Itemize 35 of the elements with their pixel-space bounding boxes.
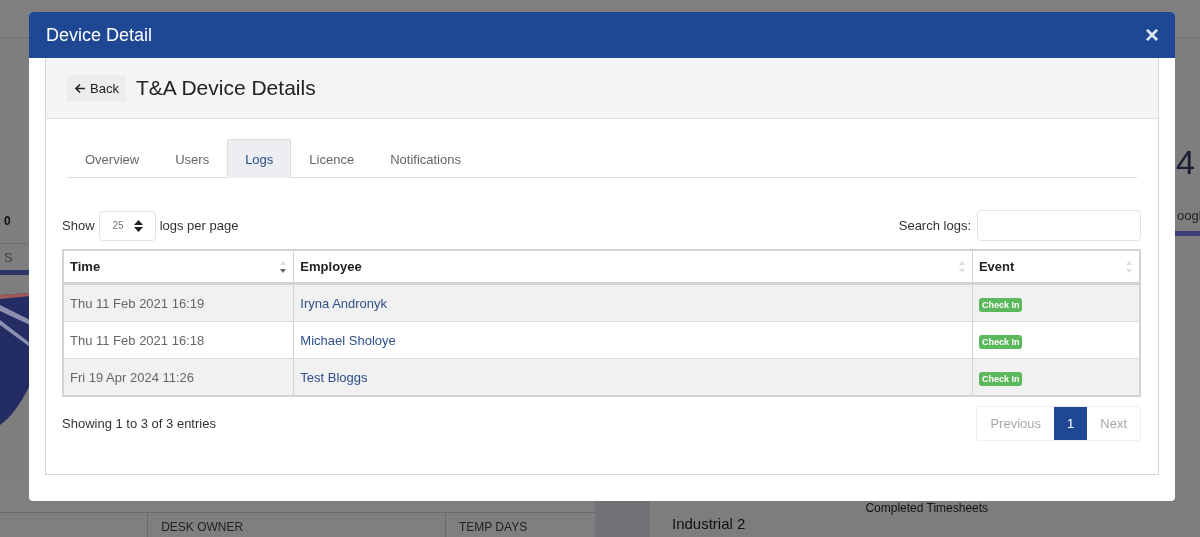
- entries-info: Showing 1 to 3 of 3 entries: [62, 416, 216, 431]
- column-header[interactable]: Event: [972, 250, 1140, 284]
- updown-icon: [133, 219, 143, 232]
- time-cell: Thu 11 Feb 2021 16:19: [70, 295, 205, 311]
- item-label: Industrial 2: [672, 514, 746, 534]
- column-header[interactable]: Employee: [293, 250, 973, 284]
- time-cell: Thu 11 Feb 2021 16:18: [70, 332, 205, 348]
- column-header: DESK OWNER: [147, 513, 445, 537]
- page-button[interactable]: 1: [1054, 407, 1088, 440]
- employee-link[interactable]: Michael Sholoye: [300, 332, 396, 348]
- event-badge: Check In: [978, 334, 1023, 349]
- stat-label: Completed Timesheets: [865, 500, 989, 517]
- tab[interactable]: Overview: [67, 139, 158, 178]
- arrow-left-icon: [74, 82, 86, 94]
- time-cell: Fri 19 Apr 2024 11:26: [70, 369, 195, 385]
- tab[interactable]: Licence: [291, 139, 373, 178]
- show-label: Show: [62, 218, 95, 233]
- event-badge: Check In: [978, 371, 1023, 386]
- page-heading: T&A Device Details: [135, 76, 316, 100]
- tab[interactable]: Users: [157, 139, 228, 178]
- column-header[interactable]: Time: [63, 250, 294, 284]
- per-page-label: logs per page: [159, 218, 239, 233]
- event-badge: Check In: [978, 297, 1023, 312]
- column-header: TEMP DAYS: [444, 513, 595, 537]
- stat-value: 4: [1175, 143, 1196, 182]
- modal-title: Device Detail: [46, 24, 153, 46]
- employee-link[interactable]: Test Bloggs: [300, 369, 368, 385]
- search-field[interactable]: [977, 210, 1141, 241]
- employee-link[interactable]: Iryna Andronyk: [300, 295, 388, 311]
- page-size-select[interactable]: 25: [98, 210, 156, 241]
- tab[interactable]: Notifications: [372, 139, 479, 178]
- search-label: Search logs:: [898, 218, 971, 233]
- close-button[interactable]: ×: [1145, 21, 1159, 49]
- back-button[interactable]: Back: [67, 74, 126, 102]
- tab[interactable]: Logs: [227, 139, 292, 178]
